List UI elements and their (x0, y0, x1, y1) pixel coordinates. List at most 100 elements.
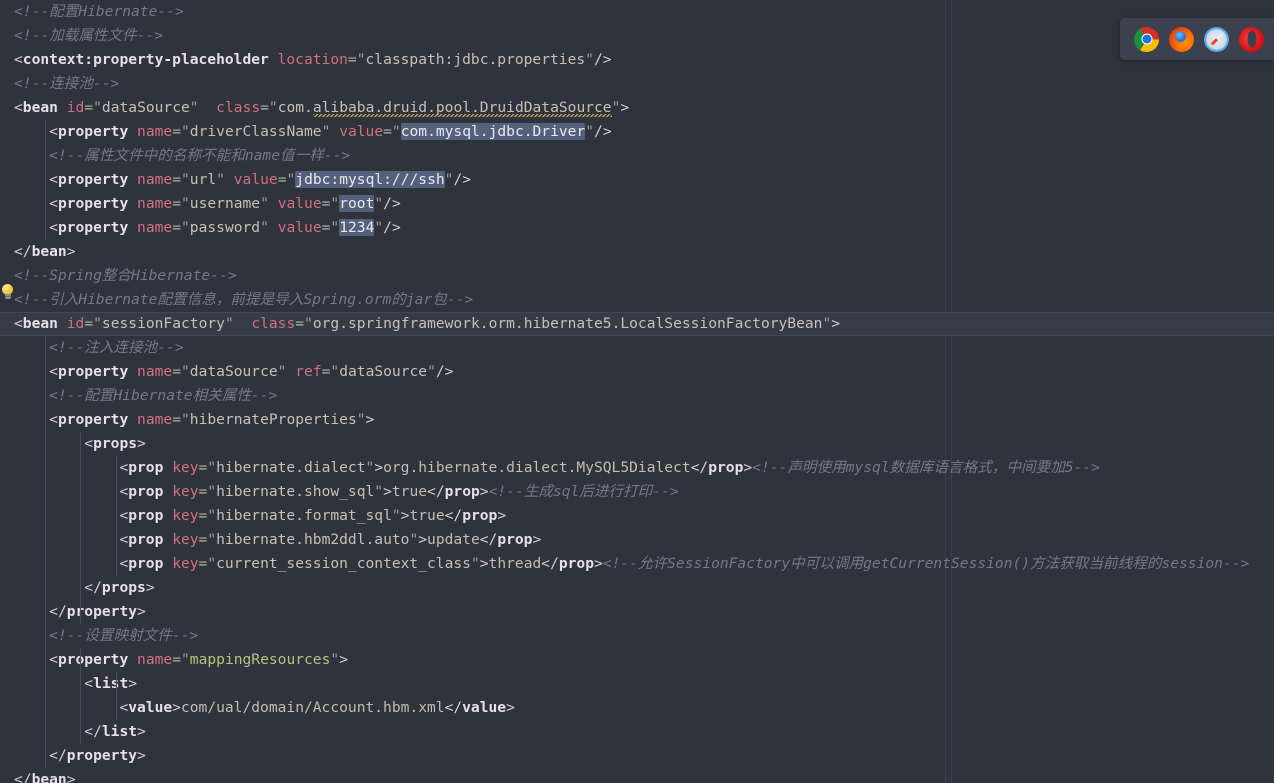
code-token: name (137, 219, 173, 236)
code-line[interactable]: <prop key="current_session_context_class… (0, 552, 1249, 576)
code-token: " (822, 315, 832, 332)
code-line[interactable]: <property name="dataSource" ref="dataSou… (0, 360, 453, 384)
code-line[interactable]: <!--配置Hibernate相关属性--> (0, 384, 277, 408)
code-line[interactable]: <property name="mappingResources"> (0, 648, 348, 672)
code-line[interactable]: <!--引入Hibernate配置信息，前提是导入Spring.orm的jar包… (0, 288, 473, 312)
code-token: 整合 (101, 267, 132, 284)
code-token: mysql (845, 459, 890, 476)
code-token: property (57, 363, 129, 380)
code-token: " (181, 219, 190, 236)
code-line[interactable]: <!--加载属性文件--> (0, 24, 163, 48)
code-line[interactable]: <!--注入连接池--> (0, 336, 183, 360)
code-token: Hibernate (113, 387, 193, 404)
code-token: 值一样--> (280, 147, 351, 164)
code-line[interactable]: </bean> (0, 768, 76, 783)
code-token: <!--设置映射文件--> (49, 627, 199, 644)
code-token: " (286, 171, 296, 188)
code-token: < (49, 363, 58, 380)
code-token: < (14, 315, 23, 332)
code-line[interactable]: <props> (0, 432, 146, 456)
code-token: property (57, 171, 129, 188)
code-token: > (532, 531, 542, 548)
code-token: < (84, 435, 94, 452)
code-token: /> (383, 195, 401, 212)
code-token: <!--引入 (14, 291, 79, 308)
code-token: " (181, 651, 190, 668)
code-token: com. (277, 99, 313, 116)
indent-guide (115, 672, 117, 720)
code-token: > (620, 99, 630, 116)
code-token: " (330, 651, 340, 668)
code-line[interactable]: <context:property-placeholder location="… (0, 48, 612, 72)
code-token: < (119, 483, 129, 500)
code-token: value (277, 195, 322, 212)
code-token: </ (14, 243, 32, 260)
code-token: </ (49, 747, 67, 764)
code-token: < (49, 123, 58, 140)
code-token: > (66, 771, 76, 783)
code-token: hibernate.dialect (216, 459, 366, 476)
code-token: = (84, 99, 94, 116)
code-token: </ (14, 771, 32, 783)
code-line[interactable]: <bean id="sessionFactory" class="org.spr… (0, 312, 840, 336)
code-line[interactable]: <property name="hibernateProperties"> (0, 408, 374, 432)
code-editor[interactable]: <!--配置Hibernate--> <!--加载属性文件--> <context:… (0, 0, 1274, 783)
code-token: " (216, 171, 225, 188)
firefox-icon[interactable] (1169, 26, 1194, 52)
lightbulb-icon[interactable] (1, 284, 14, 301)
chrome-icon[interactable] (1134, 26, 1159, 52)
code-token: = (383, 123, 392, 140)
code-token: name (137, 363, 173, 380)
code-token: " (189, 99, 199, 116)
code-text-area[interactable]: <!--配置Hibernate--> <!--加载属性文件--> <context:… (0, 0, 1274, 783)
code-token: <!--允许 (602, 555, 668, 572)
code-line[interactable]: <property name="username" value="root"/> (0, 192, 401, 216)
code-line[interactable]: <!--连接池--> (0, 72, 119, 96)
code-line[interactable]: <value>com/ual/domain/Account.hbm.xml</v… (0, 696, 514, 720)
code-token: 相关属性--> (192, 387, 278, 404)
browser-launcher-bar[interactable] (1120, 18, 1274, 60)
code-token: " (268, 99, 278, 116)
code-line[interactable]: <prop key="hibernate.dialect">org.hibern… (0, 456, 1100, 480)
code-token: " (330, 363, 340, 380)
opera-icon[interactable] (1239, 26, 1264, 52)
code-token: --> (1222, 555, 1250, 572)
code-line[interactable]: </list> (0, 720, 146, 744)
code-token: property (57, 123, 129, 140)
code-line[interactable]: <!--设置映射文件--> (0, 624, 198, 648)
code-token: " (207, 483, 217, 500)
code-line[interactable]: </bean> (0, 240, 76, 264)
code-token: </ (444, 699, 463, 716)
code-token: id (66, 315, 85, 332)
code-line[interactable]: <!--属性文件中的名称不能和name值一样--> (0, 144, 350, 168)
code-token: url (189, 171, 217, 188)
code-line[interactable]: <bean id="dataSource" class="com.alibaba… (0, 96, 629, 120)
code-token: list (101, 723, 138, 740)
code-token: = (295, 315, 305, 332)
code-token: " (207, 459, 217, 476)
code-token: --> (210, 267, 237, 284)
code-token: " (374, 483, 384, 500)
code-token: /> (453, 171, 472, 188)
code-line[interactable]: <property name="driverClassName" value="… (0, 120, 612, 144)
code-line[interactable]: </property> (0, 600, 146, 624)
safari-icon[interactable] (1204, 26, 1229, 52)
code-line[interactable]: <property name="url" value="jdbc:mysql:/… (0, 168, 471, 192)
code-line[interactable]: <prop key="hibernate.format_sql">true</p… (0, 504, 506, 528)
code-line[interactable]: <!--Spring整合Hibernate--> (0, 264, 237, 288)
code-token: name (137, 195, 173, 212)
code-line[interactable]: </props> (0, 576, 154, 600)
code-token: prop (128, 555, 164, 572)
code-line[interactable]: <prop key="hibernate.show_sql">true</pro… (0, 480, 678, 504)
code-token: <!--声明使用 (752, 459, 846, 476)
code-line[interactable]: <!--配置Hibernate--> (0, 0, 184, 24)
code-token: " (207, 531, 217, 548)
code-token: hibernate.format_sql (216, 507, 392, 524)
code-line[interactable]: <property name="password" value="1234"/> (0, 216, 401, 240)
code-token: name (137, 411, 173, 428)
code-line[interactable]: </property> (0, 744, 146, 768)
